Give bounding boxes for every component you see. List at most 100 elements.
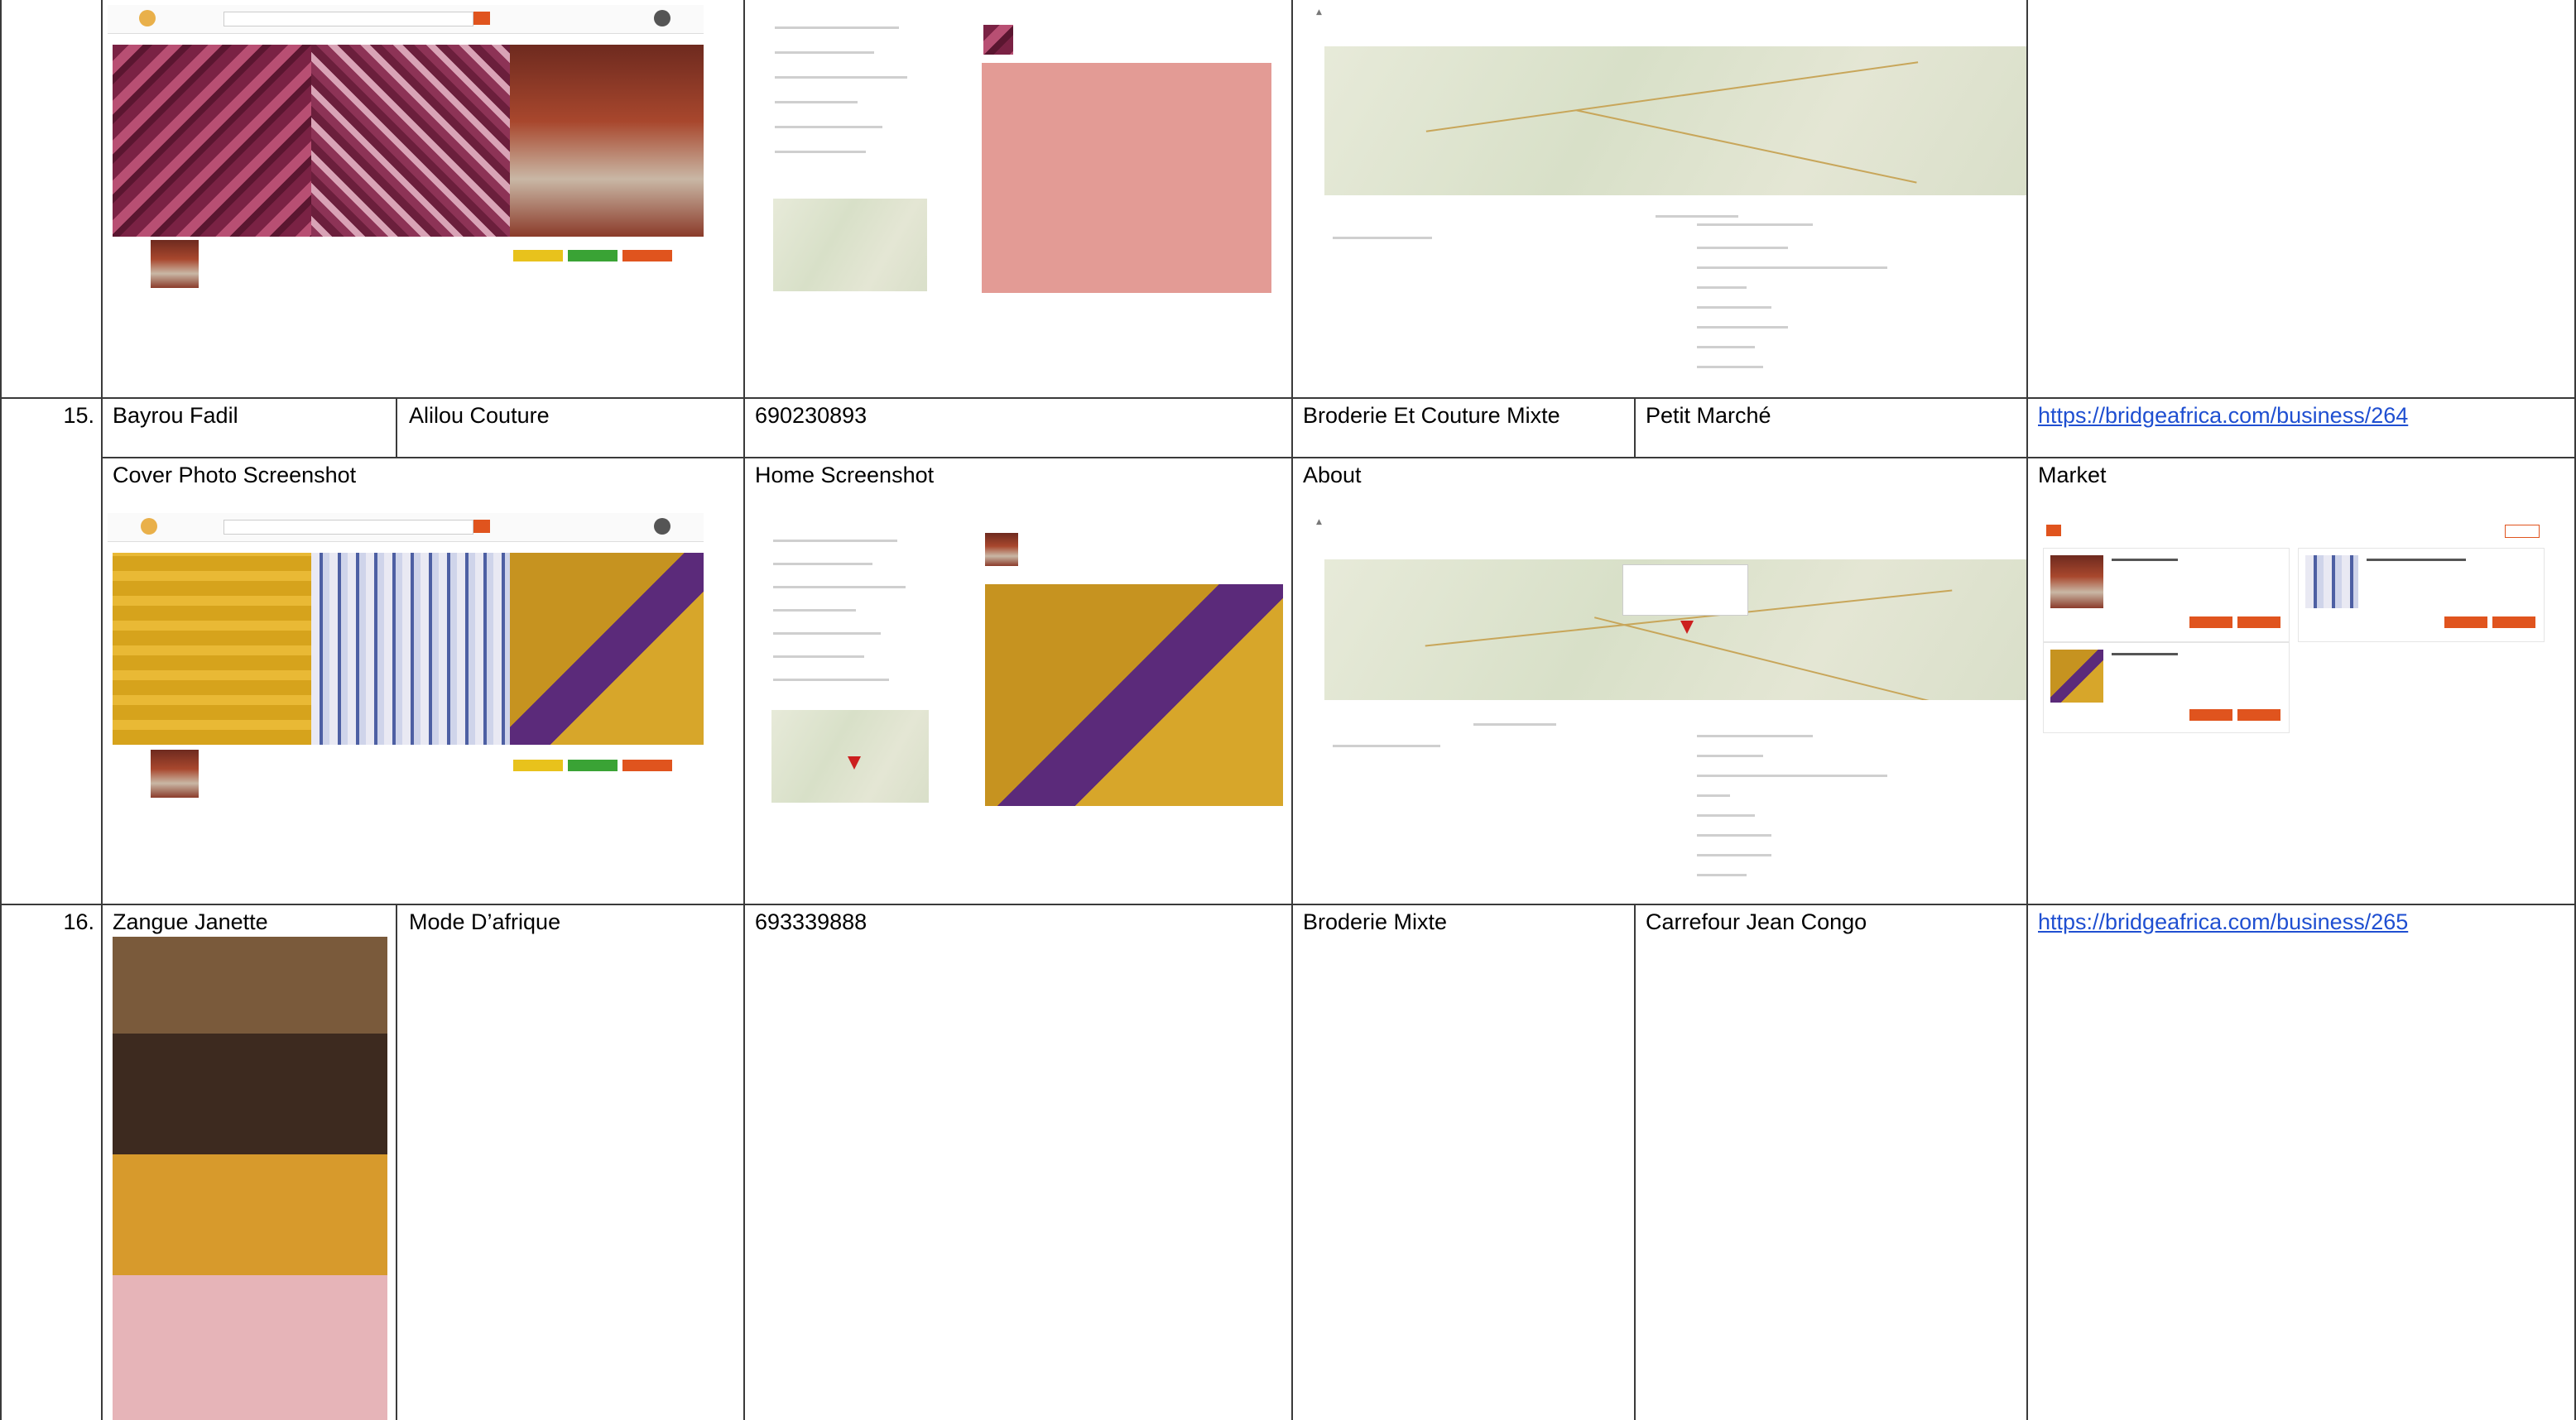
post-avatar <box>983 25 1013 55</box>
business-location: Carrefour Jean Congo <box>1646 909 1867 934</box>
col-divider-category-r15 <box>1634 397 1636 457</box>
bridge-africa-logo-icon <box>141 518 157 535</box>
market-screenshot-15 <box>2041 518 2548 733</box>
sidebar-line <box>773 632 881 635</box>
about-map <box>1324 559 2026 700</box>
map-road <box>1593 616 1933 700</box>
cover-photo-1 <box>113 553 311 745</box>
business-name: Mode D’afrique <box>409 909 561 934</box>
product-image <box>2305 555 2358 608</box>
sidebar-line <box>773 586 906 588</box>
home-screenshot-15 <box>768 523 1285 808</box>
home-label: Home Screenshot <box>755 463 935 487</box>
follow-button <box>513 250 563 261</box>
sidebar-line <box>773 679 889 681</box>
sidebar-line <box>773 540 897 542</box>
sidebar-line <box>775 126 882 128</box>
map-pin-icon <box>848 756 861 770</box>
phone-number: 690230893 <box>755 403 867 428</box>
cover-screenshot-prev <box>108 5 704 290</box>
market-header-icon <box>2046 525 2061 536</box>
sidebar-line <box>775 51 874 54</box>
bridge-africa-logo-icon <box>139 10 156 26</box>
about-line <box>1697 814 1755 817</box>
site-search-input <box>223 12 473 26</box>
row-divider-15-labels <box>101 457 2576 458</box>
map-road <box>1576 109 1917 184</box>
about-line <box>1697 346 1755 348</box>
business-name: Alilou Couture <box>409 403 550 428</box>
about-map <box>1324 46 2026 195</box>
map-pin-icon <box>1680 621 1694 634</box>
post-image <box>985 584 1283 806</box>
col-divider-owner-r15 <box>396 397 397 457</box>
cover-photo-1 <box>113 45 311 237</box>
product-card <box>2043 548 2290 642</box>
share-button <box>622 250 672 261</box>
col-divider-location <box>2026 0 2028 1420</box>
sidebar-line <box>775 76 907 79</box>
product-card <box>2298 548 2545 642</box>
buy-button <box>2189 709 2232 721</box>
product-image <box>2050 650 2103 703</box>
owner-photo <box>113 937 387 1420</box>
about-line <box>1697 286 1747 289</box>
about-line <box>1697 775 1887 777</box>
owner-name: Bayrou Fadil <box>113 403 238 428</box>
business-location: Petit Marché <box>1646 403 1771 428</box>
col-divider-category-r16 <box>1634 904 1636 1420</box>
avatar <box>654 518 670 535</box>
message-button <box>568 250 618 261</box>
about-screenshot-prev: ▲ <box>1308 7 2026 387</box>
product-image <box>2050 555 2103 608</box>
share-button <box>622 760 672 771</box>
about-line <box>1697 794 1730 797</box>
message-button <box>568 760 618 771</box>
col-divider-owner-r16 <box>396 904 397 1420</box>
about-line <box>1697 306 1771 309</box>
business-category: Broderie Mixte <box>1303 909 1448 934</box>
map-info-popup <box>1622 564 1748 616</box>
add-to-cart-button <box>2492 616 2535 628</box>
business-link[interactable]: https://bridgeafrica.com/business/265 <box>2038 909 2408 935</box>
avatar <box>654 10 670 26</box>
buy-button <box>2444 616 2487 628</box>
cover-label: Cover Photo Screenshot <box>113 463 357 487</box>
about-line <box>1333 745 1440 747</box>
cover-screenshot-15 <box>108 513 704 803</box>
sidebar-line <box>773 609 856 612</box>
add-product-button <box>2505 525 2540 538</box>
add-to-cart-button <box>2237 616 2280 628</box>
about-line <box>1656 215 1738 218</box>
sidebar-line <box>773 655 864 658</box>
mini-map <box>773 199 927 291</box>
profile-thumbnail <box>151 240 199 288</box>
cover-photo-2 <box>311 553 510 745</box>
about-line <box>1697 247 1788 249</box>
about-line <box>1473 723 1556 726</box>
sidebar-line <box>775 101 858 103</box>
search-icon <box>473 520 490 533</box>
site-search-input <box>223 520 473 535</box>
row-number: 15. <box>63 403 94 428</box>
home-screenshot-prev <box>770 10 1275 295</box>
search-icon <box>473 12 490 25</box>
add-to-cart-button <box>2237 709 2280 721</box>
cover-photo-3 <box>510 553 704 745</box>
owner-name: Zangue Janette <box>113 909 268 934</box>
sidebar-line <box>775 151 866 153</box>
business-link[interactable]: https://bridgeafrica.com/business/264 <box>2038 402 2408 429</box>
col-divider-number <box>101 0 103 1420</box>
about-line <box>1333 237 1432 239</box>
product-title <box>2367 559 2466 561</box>
about-line <box>1697 854 1771 856</box>
market-label: Market <box>2038 463 2107 487</box>
row-divider-top-15 <box>0 397 2576 399</box>
table-border-left <box>0 0 2 1420</box>
product-title <box>2112 653 2178 655</box>
col-divider-phone <box>1291 0 1293 1420</box>
map-road <box>1425 61 1919 132</box>
about-line <box>1697 366 1763 368</box>
cover-photo-2 <box>311 45 510 237</box>
post-avatar <box>985 533 1018 566</box>
